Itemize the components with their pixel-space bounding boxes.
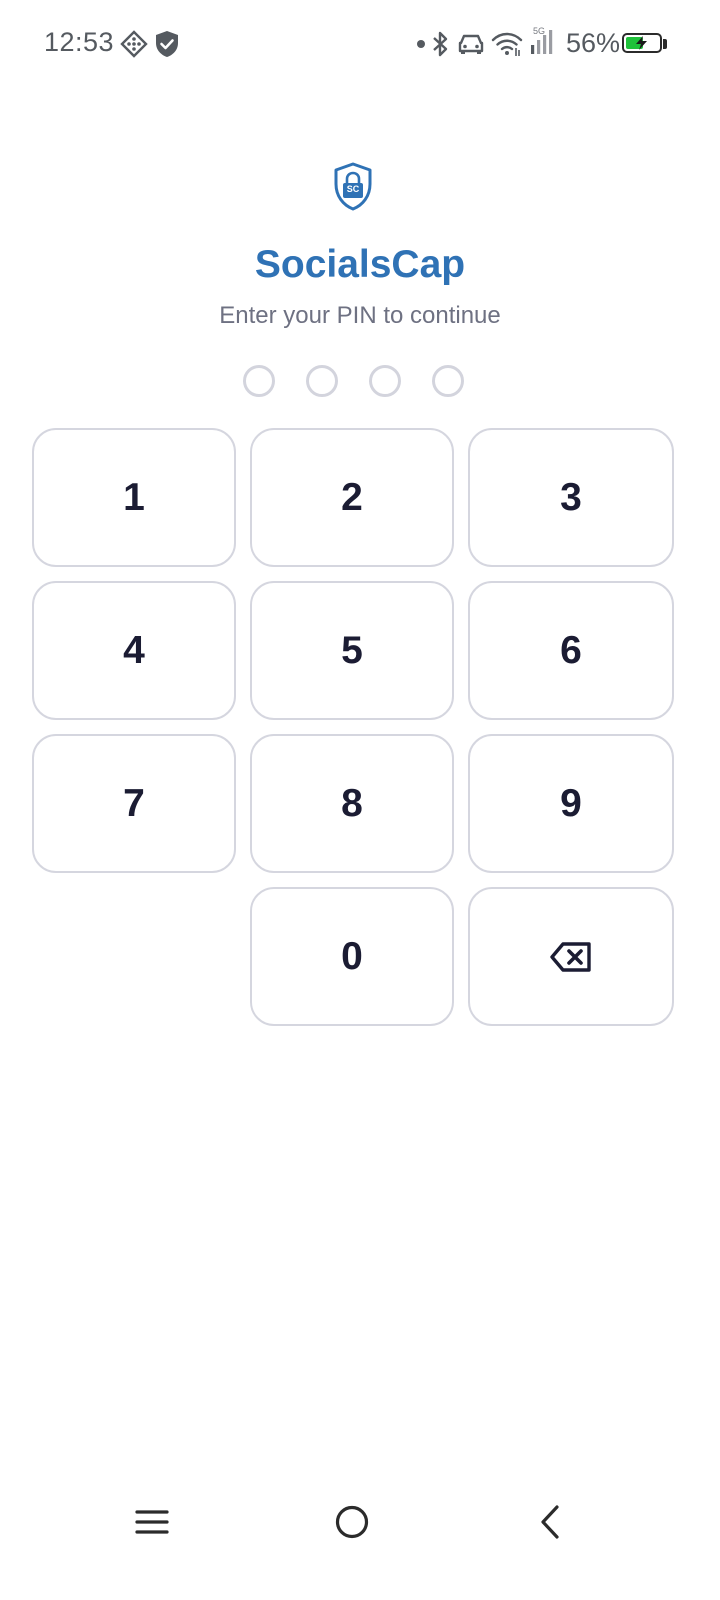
key-7[interactable]: 7 bbox=[32, 734, 236, 873]
key-2[interactable]: 2 bbox=[250, 428, 454, 567]
pin-instruction: Enter your PIN to continue bbox=[219, 302, 501, 329]
bolt-icon bbox=[636, 36, 647, 50]
pin-dot bbox=[432, 365, 464, 397]
battery-percent: 56% bbox=[566, 28, 621, 58]
shield-check-icon bbox=[155, 28, 179, 60]
car-icon bbox=[457, 28, 485, 60]
battery-cap bbox=[663, 39, 667, 49]
system-nav-bar bbox=[0, 1480, 720, 1564]
home-button[interactable] bbox=[330, 1500, 374, 1544]
key-5[interactable]: 5 bbox=[250, 581, 454, 720]
pin-dot bbox=[369, 365, 401, 397]
logo-text: SC bbox=[346, 184, 360, 194]
key-0[interactable]: 0 bbox=[250, 887, 454, 1026]
app-logo: SC bbox=[332, 162, 374, 212]
app-title: SocialsCap bbox=[254, 243, 466, 286]
dot-icon bbox=[416, 28, 426, 60]
key-9[interactable]: 9 bbox=[468, 734, 674, 873]
status-time: 12:53 bbox=[44, 27, 115, 57]
pin-dot bbox=[306, 365, 338, 397]
wifi-icon bbox=[491, 28, 523, 60]
backspace-button[interactable] bbox=[468, 887, 674, 1026]
battery-icon bbox=[622, 33, 662, 53]
network-label: 5G bbox=[533, 26, 546, 36]
menu-button[interactable] bbox=[130, 1500, 174, 1544]
pin-dot bbox=[243, 365, 275, 397]
key-3[interactable]: 3 bbox=[468, 428, 674, 567]
diamond-grid-icon bbox=[120, 28, 148, 60]
pin-indicator bbox=[243, 365, 483, 397]
back-icon bbox=[541, 1505, 559, 1539]
bluetooth-icon bbox=[430, 28, 450, 60]
menu-icon bbox=[135, 1510, 169, 1534]
key-4[interactable]: 4 bbox=[32, 581, 236, 720]
home-icon bbox=[335, 1505, 369, 1539]
key-6[interactable]: 6 bbox=[468, 581, 674, 720]
backspace-icon bbox=[550, 941, 591, 972]
key-8[interactable]: 8 bbox=[250, 734, 454, 873]
key-1[interactable]: 1 bbox=[32, 428, 236, 567]
back-button[interactable] bbox=[528, 1500, 572, 1544]
status-bar: 12:53 5G 56% bbox=[0, 0, 720, 90]
